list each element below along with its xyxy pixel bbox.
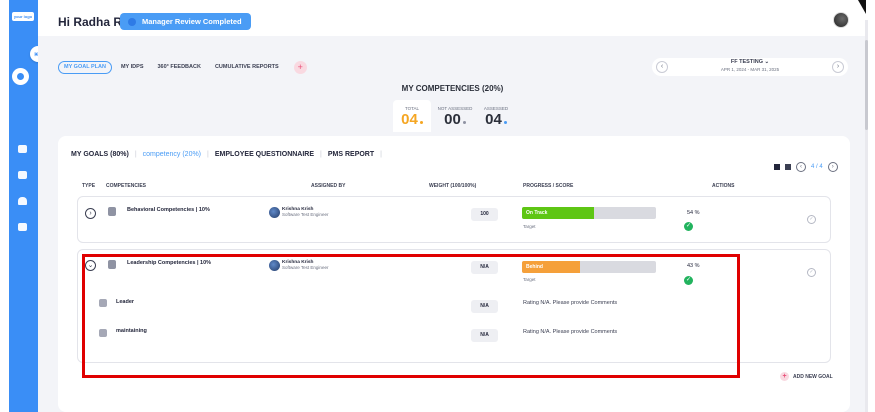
- view-controls: ‹ 4 / 4 ›: [774, 162, 838, 172]
- grid-view-icon[interactable]: [785, 164, 791, 170]
- check-icon: [128, 18, 136, 26]
- action-check-icon[interactable]: ✓: [807, 215, 816, 224]
- weight-value: 100: [471, 208, 498, 221]
- column-header-assigned-by: ASSIGNED BY: [311, 183, 346, 189]
- column-header-actions: ACTIONS: [712, 183, 735, 189]
- score-value: 54 %: [687, 210, 700, 216]
- assignee-role: Software Test Engineer: [282, 212, 329, 217]
- tab-pms-report[interactable]: PMS REPORT: [328, 151, 374, 158]
- stat-not-assessed: NOT ASSESSED 00: [431, 100, 479, 132]
- plus-icon: +: [780, 372, 789, 381]
- stat-assessed: ASSESSED 04: [479, 100, 513, 132]
- tab-my-idps[interactable]: MY IDPS: [116, 61, 149, 74]
- period-title[interactable]: FF TESTING ⌄: [652, 59, 848, 65]
- sidebar-item-book[interactable]: [18, 171, 27, 179]
- column-header-type: TYPE: [82, 183, 96, 189]
- stat-value: 04: [393, 111, 431, 128]
- pager-label: 4 / 4: [811, 164, 823, 170]
- sidebar-item-people[interactable]: [18, 197, 27, 205]
- sidebar-item-document[interactable]: [18, 223, 27, 231]
- competency-summary-title: MY COMPETENCIES (20%): [401, 84, 504, 93]
- target-label: Target: [523, 224, 536, 229]
- action-check-icon[interactable]: ✓: [807, 268, 816, 277]
- tab-cumulative-reports[interactable]: CUMULATIVE REPORTS: [210, 61, 284, 74]
- top-tab-bar: MY GOAL PLAN MY IDPS 360° FEEDBACK CUMUL…: [58, 61, 307, 74]
- user-avatar[interactable]: [833, 12, 849, 28]
- chevron-right-icon[interactable]: ›: [827, 162, 838, 172]
- stat-value: 00: [431, 111, 479, 128]
- tab-employee-questionnaire[interactable]: EMPLOYEE QUESTIONNAIRE: [215, 151, 314, 158]
- tab-competency[interactable]: competency (20%): [143, 151, 201, 158]
- corner-marker: [858, 0, 866, 14]
- review-status-label: Manager Review Completed: [142, 17, 242, 26]
- company-logo: your logo: [12, 12, 34, 21]
- competency-type-icon: [108, 207, 116, 216]
- period-selector[interactable]: ‹ FF TESTING ⌄ APR 1, 2024 - MAR 31, 202…: [652, 58, 848, 76]
- highlight-box: [82, 254, 740, 378]
- stat-total: TOTAL 04: [393, 100, 431, 132]
- goals-icon: [17, 73, 24, 80]
- progress-bar: On Track: [522, 207, 656, 219]
- competency-row[interactable]: [77, 196, 831, 243]
- sidebar-item-dashboard[interactable]: [18, 145, 27, 153]
- goal-tab-bar: MY GOALS (80%) | competency (20%) | EMPL…: [71, 151, 382, 158]
- progress-fill: On Track: [522, 207, 595, 219]
- add-new-goal-label: ADD NEW GOAL: [793, 373, 833, 380]
- tab-my-goal-plan[interactable]: MY GOAL PLAN: [58, 61, 112, 74]
- column-header-progress: PROGRESS / SCORE: [523, 183, 574, 189]
- list-view-icon[interactable]: [774, 164, 780, 170]
- sidebar-item-goals[interactable]: [12, 68, 29, 85]
- chevron-right-icon[interactable]: ›: [832, 61, 844, 73]
- expand-chevron-icon[interactable]: ›: [85, 208, 96, 219]
- add-new-goal-button[interactable]: + ADD NEW GOAL: [780, 372, 833, 381]
- assigned-by: Krishna Krish Software Test Engineer: [269, 207, 328, 218]
- add-tab-icon[interactable]: +: [293, 61, 307, 74]
- assignee-avatar: [269, 207, 280, 218]
- column-header-weight: WEIGHT (100/100%): [429, 183, 477, 189]
- stat-value: 04: [479, 111, 513, 128]
- greeting: Hi Radha R: [58, 15, 123, 29]
- competency-title[interactable]: Behavioral Competencies | 10%: [127, 207, 210, 213]
- column-header-competencies: COMPETENCIES: [106, 183, 147, 189]
- chevron-left-icon[interactable]: ‹: [796, 162, 806, 172]
- check-circle-icon: ✓: [684, 222, 693, 231]
- review-status-badge: Manager Review Completed: [120, 13, 251, 30]
- period-range: APR 1, 2024 - MAR 31, 2025: [720, 67, 780, 72]
- tab-my-goals[interactable]: MY GOALS (80%): [71, 151, 129, 158]
- tab-360-feedback[interactable]: 360° FEEDBACK: [152, 61, 205, 74]
